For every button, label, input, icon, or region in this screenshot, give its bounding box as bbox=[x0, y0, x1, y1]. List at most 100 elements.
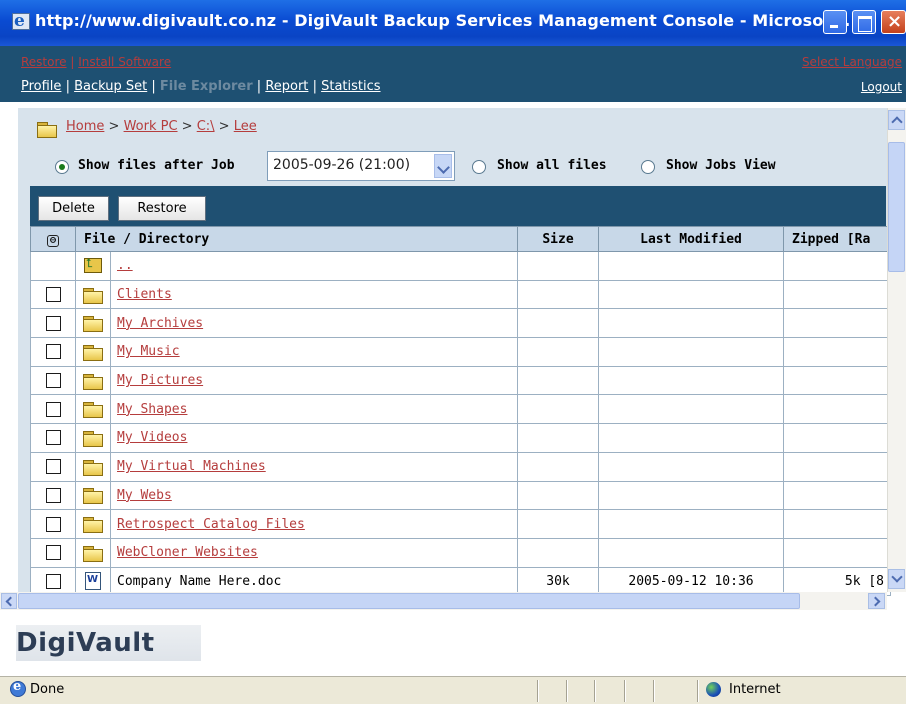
breadcrumb-separator: > bbox=[214, 119, 234, 134]
show-all-files-radio[interactable] bbox=[472, 160, 486, 174]
show-after-job-label: Show files after Job bbox=[78, 158, 235, 173]
folder-icon bbox=[83, 459, 103, 476]
maximize-button[interactable] bbox=[852, 10, 876, 34]
row-checkbox-cell bbox=[30, 337, 76, 367]
folder-icon bbox=[83, 373, 103, 390]
folder-link[interactable]: My Webs bbox=[117, 488, 172, 503]
breadcrumb: Home > Work PC > C:\ > Lee bbox=[66, 119, 257, 134]
nav-separator: | bbox=[70, 55, 75, 69]
restore-button[interactable]: Restore bbox=[118, 196, 206, 221]
close-button[interactable]: × bbox=[881, 10, 906, 34]
column-header-modified[interactable]: Last Modified bbox=[598, 226, 785, 252]
folder-link[interactable]: My Pictures bbox=[117, 373, 203, 388]
folder-icon bbox=[83, 488, 103, 505]
row-icon-cell bbox=[75, 251, 111, 281]
row-checkbox[interactable] bbox=[45, 545, 61, 561]
select-language-link[interactable]: Select Language bbox=[802, 55, 902, 69]
row-name-cell: My Shapes bbox=[109, 394, 519, 425]
row-checkbox[interactable] bbox=[45, 487, 61, 503]
show-jobs-view-radio[interactable] bbox=[641, 160, 655, 174]
parent-folder-icon bbox=[84, 256, 102, 274]
table-row: WebCloner Websites bbox=[30, 537, 892, 568]
folder-link[interactable]: WebCloner Websites bbox=[117, 545, 258, 560]
row-icon-cell bbox=[75, 423, 111, 453]
row-zipped-cell bbox=[783, 394, 892, 425]
breadcrumb-folder-icon bbox=[37, 121, 57, 138]
folder-link[interactable]: My Shapes bbox=[117, 402, 187, 417]
row-checkbox[interactable] bbox=[45, 344, 61, 360]
breadcrumb-home[interactable]: Home bbox=[66, 119, 104, 134]
row-icon-cell bbox=[75, 509, 111, 539]
row-name-cell: .. bbox=[109, 251, 519, 281]
row-checkbox[interactable] bbox=[45, 516, 61, 532]
row-size-cell bbox=[517, 451, 600, 482]
row-checkbox[interactable] bbox=[45, 459, 61, 475]
row-checkbox-cell bbox=[30, 423, 76, 453]
scroll-up-icon[interactable] bbox=[888, 110, 905, 130]
status-divider bbox=[566, 680, 568, 702]
breadcrumb-separator: > bbox=[177, 119, 197, 134]
collapse-icon[interactable]: ⊖ bbox=[47, 234, 59, 247]
nav-profile-link[interactable]: Profile bbox=[21, 79, 61, 94]
column-header-zipped[interactable]: Zipped [Ra bbox=[783, 226, 892, 252]
folder-link[interactable]: Retrospect Catalog Files bbox=[117, 517, 305, 532]
row-checkbox[interactable] bbox=[45, 401, 61, 417]
row-size-cell bbox=[517, 365, 600, 396]
folder-link[interactable]: My Virtual Machines bbox=[117, 459, 266, 474]
row-zipped-cell bbox=[783, 480, 892, 511]
table-row: My Webs bbox=[30, 480, 892, 511]
row-checkbox[interactable] bbox=[45, 573, 61, 589]
nav-backup-set-link[interactable]: Backup Set bbox=[74, 79, 147, 94]
table-row: My Shapes bbox=[30, 394, 892, 425]
row-zipped-cell bbox=[783, 451, 892, 482]
row-checkbox[interactable] bbox=[45, 287, 61, 303]
breadcrumb-c-drive[interactable]: C:\ bbox=[197, 119, 215, 134]
nav-statistics-link[interactable]: Statistics bbox=[321, 79, 380, 94]
chevron-down-icon[interactable] bbox=[434, 154, 452, 178]
folder-link[interactable]: .. bbox=[117, 258, 133, 273]
column-header-name[interactable]: File / Directory bbox=[74, 226, 519, 252]
row-modified-cell bbox=[598, 537, 785, 568]
folder-icon bbox=[83, 316, 103, 333]
folder-link[interactable]: My Music bbox=[117, 344, 180, 359]
delete-button[interactable]: Delete bbox=[38, 196, 109, 221]
row-icon-cell bbox=[75, 480, 111, 511]
scroll-down-icon[interactable] bbox=[888, 569, 905, 589]
internet-zone-icon bbox=[706, 682, 721, 697]
row-name-cell: WebCloner Websites bbox=[109, 537, 519, 568]
close-icon: × bbox=[887, 11, 903, 32]
scroll-left-icon[interactable] bbox=[1, 593, 17, 609]
row-size-cell bbox=[517, 509, 600, 539]
row-zipped-cell bbox=[783, 308, 892, 339]
folder-link[interactable]: Clients bbox=[117, 287, 172, 302]
row-zipped-cell bbox=[783, 365, 892, 396]
nav-restore-link[interactable]: Restore bbox=[21, 55, 67, 69]
row-size-cell bbox=[517, 337, 600, 367]
breadcrumb-lee[interactable]: Lee bbox=[234, 119, 257, 134]
column-header-size[interactable]: Size bbox=[517, 226, 600, 252]
minimize-button[interactable] bbox=[823, 10, 847, 34]
row-name-cell: Clients bbox=[109, 279, 519, 310]
row-icon-cell bbox=[75, 308, 111, 339]
folder-icon bbox=[83, 402, 103, 419]
folder-link[interactable]: My Videos bbox=[117, 430, 187, 445]
logout-link[interactable]: Logout bbox=[861, 80, 902, 94]
row-checkbox[interactable] bbox=[45, 430, 61, 446]
file-name[interactable]: Company Name Here.doc bbox=[117, 574, 281, 589]
collapse-all-header[interactable]: ⊖ bbox=[30, 226, 76, 252]
table-row: My Music bbox=[30, 337, 892, 367]
row-checkbox-cell bbox=[30, 537, 76, 568]
scroll-right-icon[interactable] bbox=[868, 593, 885, 609]
horizontal-scroll-thumb[interactable] bbox=[18, 593, 800, 609]
row-checkbox-cell bbox=[30, 251, 76, 281]
row-icon-cell bbox=[75, 451, 111, 482]
nav-install-software-link[interactable]: Install Software bbox=[78, 55, 171, 69]
row-checkbox[interactable] bbox=[45, 315, 61, 331]
nav-report-link[interactable]: Report bbox=[265, 79, 308, 94]
breadcrumb-work-pc[interactable]: Work PC bbox=[124, 119, 178, 134]
vertical-scroll-thumb[interactable] bbox=[888, 142, 905, 272]
row-checkbox[interactable] bbox=[45, 373, 61, 389]
show-after-job-radio[interactable] bbox=[55, 160, 69, 174]
folder-link[interactable]: My Archives bbox=[117, 316, 203, 331]
security-zone-label: Internet bbox=[729, 682, 781, 697]
